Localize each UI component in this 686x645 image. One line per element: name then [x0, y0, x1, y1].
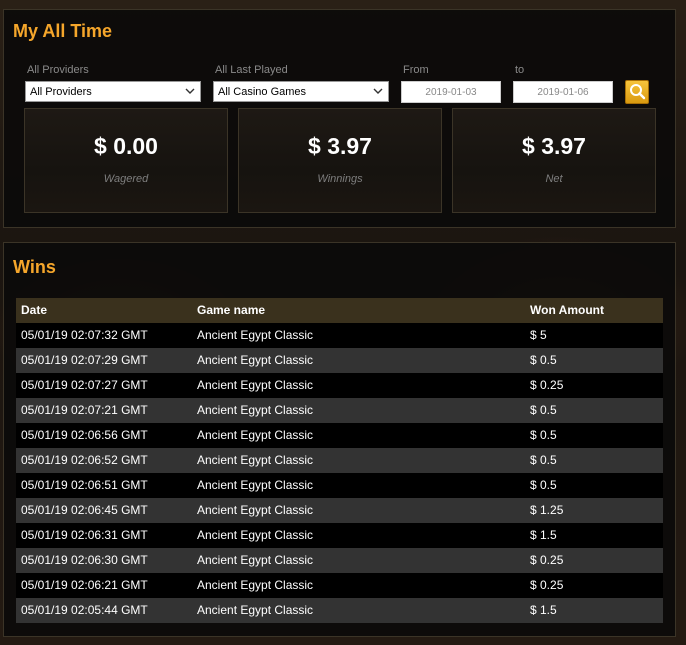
- row-date: 05/01/19 02:07:29 GMT: [21, 353, 148, 367]
- from-label: From: [403, 64, 429, 76]
- last-played-select-value: All Casino Games: [218, 86, 307, 98]
- winnings-value: $ 3.97: [308, 133, 372, 159]
- chevron-down-icon: [373, 88, 383, 94]
- table-row: 05/01/19 02:06:56 GMT Ancient Egypt Class…: [16, 423, 663, 448]
- row-game-name: Ancient Egypt Classic: [197, 403, 314, 417]
- table-row: 05/01/19 02:06:30 GMT Ancient Egypt Class…: [16, 548, 663, 573]
- row-won-amount: $ 0.5: [530, 478, 557, 492]
- row-won-amount: $ 1.25: [530, 503, 564, 517]
- table-row: 05/01/19 02:07:32 GMT Ancient Egypt Class…: [16, 323, 663, 348]
- row-game-name: Ancient Egypt Classic: [197, 453, 314, 467]
- to-label: to: [515, 64, 525, 76]
- row-won-amount: $ 0.25: [530, 578, 564, 592]
- table-row: 05/01/19 02:07:29 GMT Ancient Egypt Class…: [16, 348, 663, 373]
- table-row: 05/01/19 02:06:31 GMT Ancient Egypt Class…: [16, 523, 663, 548]
- wins-title: Wins: [13, 257, 56, 277]
- row-game-name: Ancient Egypt Classic: [197, 578, 314, 592]
- from-date-input[interactable]: 2019-01-03: [401, 81, 501, 103]
- row-game-name: Ancient Egypt Classic: [197, 478, 314, 492]
- table-row: 05/01/19 02:07:21 GMT Ancient Egypt Class…: [16, 398, 663, 423]
- table-row: 05/01/19 02:06:52 GMT Ancient Egypt Class…: [16, 448, 663, 473]
- all-time-panel: My All Time All Providers All Providers …: [3, 9, 676, 228]
- row-game-name: Ancient Egypt Classic: [197, 428, 314, 442]
- table-header: Date Game name Won Amount: [16, 298, 663, 323]
- row-date: 05/01/19 02:06:56 GMT: [21, 428, 148, 442]
- table-row: 05/01/19 02:06:45 GMT Ancient Egypt Class…: [16, 498, 663, 523]
- table-row: 05/01/19 02:06:21 GMT Ancient Egypt Class…: [16, 573, 663, 598]
- row-game-name: Ancient Egypt Classic: [197, 528, 314, 542]
- row-date: 05/01/19 02:07:32 GMT: [21, 328, 148, 342]
- wagered-value: $ 0.00: [94, 133, 158, 159]
- row-game-name: Ancient Egypt Classic: [197, 378, 314, 392]
- row-date: 05/01/19 02:06:21 GMT: [21, 578, 148, 592]
- table-body: 05/01/19 02:07:32 GMT Ancient Egypt Class…: [16, 323, 663, 623]
- row-date: 05/01/19 02:05:44 GMT: [21, 603, 148, 617]
- search-button[interactable]: [625, 80, 649, 104]
- column-header-amount: Won Amount: [530, 303, 604, 317]
- net-label: Net: [545, 173, 563, 185]
- column-header-game: Game name: [197, 303, 266, 317]
- row-game-name: Ancient Egypt Classic: [197, 503, 314, 517]
- net-card: $ 3.97 Net: [452, 108, 656, 213]
- row-won-amount: $ 0.25: [530, 378, 564, 392]
- providers-select[interactable]: All Providers: [25, 81, 201, 102]
- wagered-label: Wagered: [103, 173, 149, 185]
- net-value: $ 3.97: [522, 133, 586, 159]
- table-row: 05/01/19 02:07:27 GMT Ancient Egypt Class…: [16, 373, 663, 398]
- providers-select-value: All Providers: [30, 86, 92, 98]
- table-row: 05/01/19 02:05:44 GMT Ancient Egypt Class…: [16, 598, 663, 623]
- row-date: 05/01/19 02:06:31 GMT: [21, 528, 148, 542]
- row-won-amount: $ 0.5: [530, 403, 557, 417]
- wins-table: Date Game name Won Amount 05/01/19 02:07…: [16, 298, 663, 623]
- row-date: 05/01/19 02:06:52 GMT: [21, 453, 148, 467]
- row-date: 05/01/19 02:07:21 GMT: [21, 403, 148, 417]
- row-won-amount: $ 0.25: [530, 553, 564, 567]
- row-game-name: Ancient Egypt Classic: [197, 328, 314, 342]
- row-won-amount: $ 0.5: [530, 453, 557, 467]
- row-game-name: Ancient Egypt Classic: [197, 603, 314, 617]
- winnings-label: Winnings: [317, 173, 363, 185]
- row-won-amount: $ 0.5: [530, 428, 557, 442]
- to-date-input[interactable]: 2019-01-06: [513, 81, 613, 103]
- providers-label: All Providers: [27, 64, 89, 76]
- winnings-card: $ 3.97 Winnings: [238, 108, 442, 213]
- table-row: 05/01/19 02:06:51 GMT Ancient Egypt Class…: [16, 473, 663, 498]
- wagered-card: $ 0.00 Wagered: [24, 108, 228, 213]
- row-date: 05/01/19 02:06:45 GMT: [21, 503, 148, 517]
- row-won-amount: $ 1.5: [530, 528, 557, 542]
- wins-panel: Wins Date Game name Won Amount 05/01/19 …: [3, 242, 676, 637]
- chevron-down-icon: [185, 88, 195, 94]
- row-game-name: Ancient Egypt Classic: [197, 353, 314, 367]
- search-icon: [630, 84, 646, 100]
- last-played-select[interactable]: All Casino Games: [213, 81, 389, 102]
- row-date: 05/01/19 02:06:30 GMT: [21, 553, 148, 567]
- row-game-name: Ancient Egypt Classic: [197, 553, 314, 567]
- row-won-amount: $ 5: [530, 328, 547, 342]
- last-played-label: All Last Played: [215, 64, 288, 76]
- row-date: 05/01/19 02:06:51 GMT: [21, 478, 148, 492]
- row-date: 05/01/19 02:07:27 GMT: [21, 378, 148, 392]
- row-won-amount: $ 1.5: [530, 603, 557, 617]
- row-won-amount: $ 0.5: [530, 353, 557, 367]
- column-header-date: Date: [21, 303, 48, 317]
- all-time-title: My All Time: [13, 21, 113, 41]
